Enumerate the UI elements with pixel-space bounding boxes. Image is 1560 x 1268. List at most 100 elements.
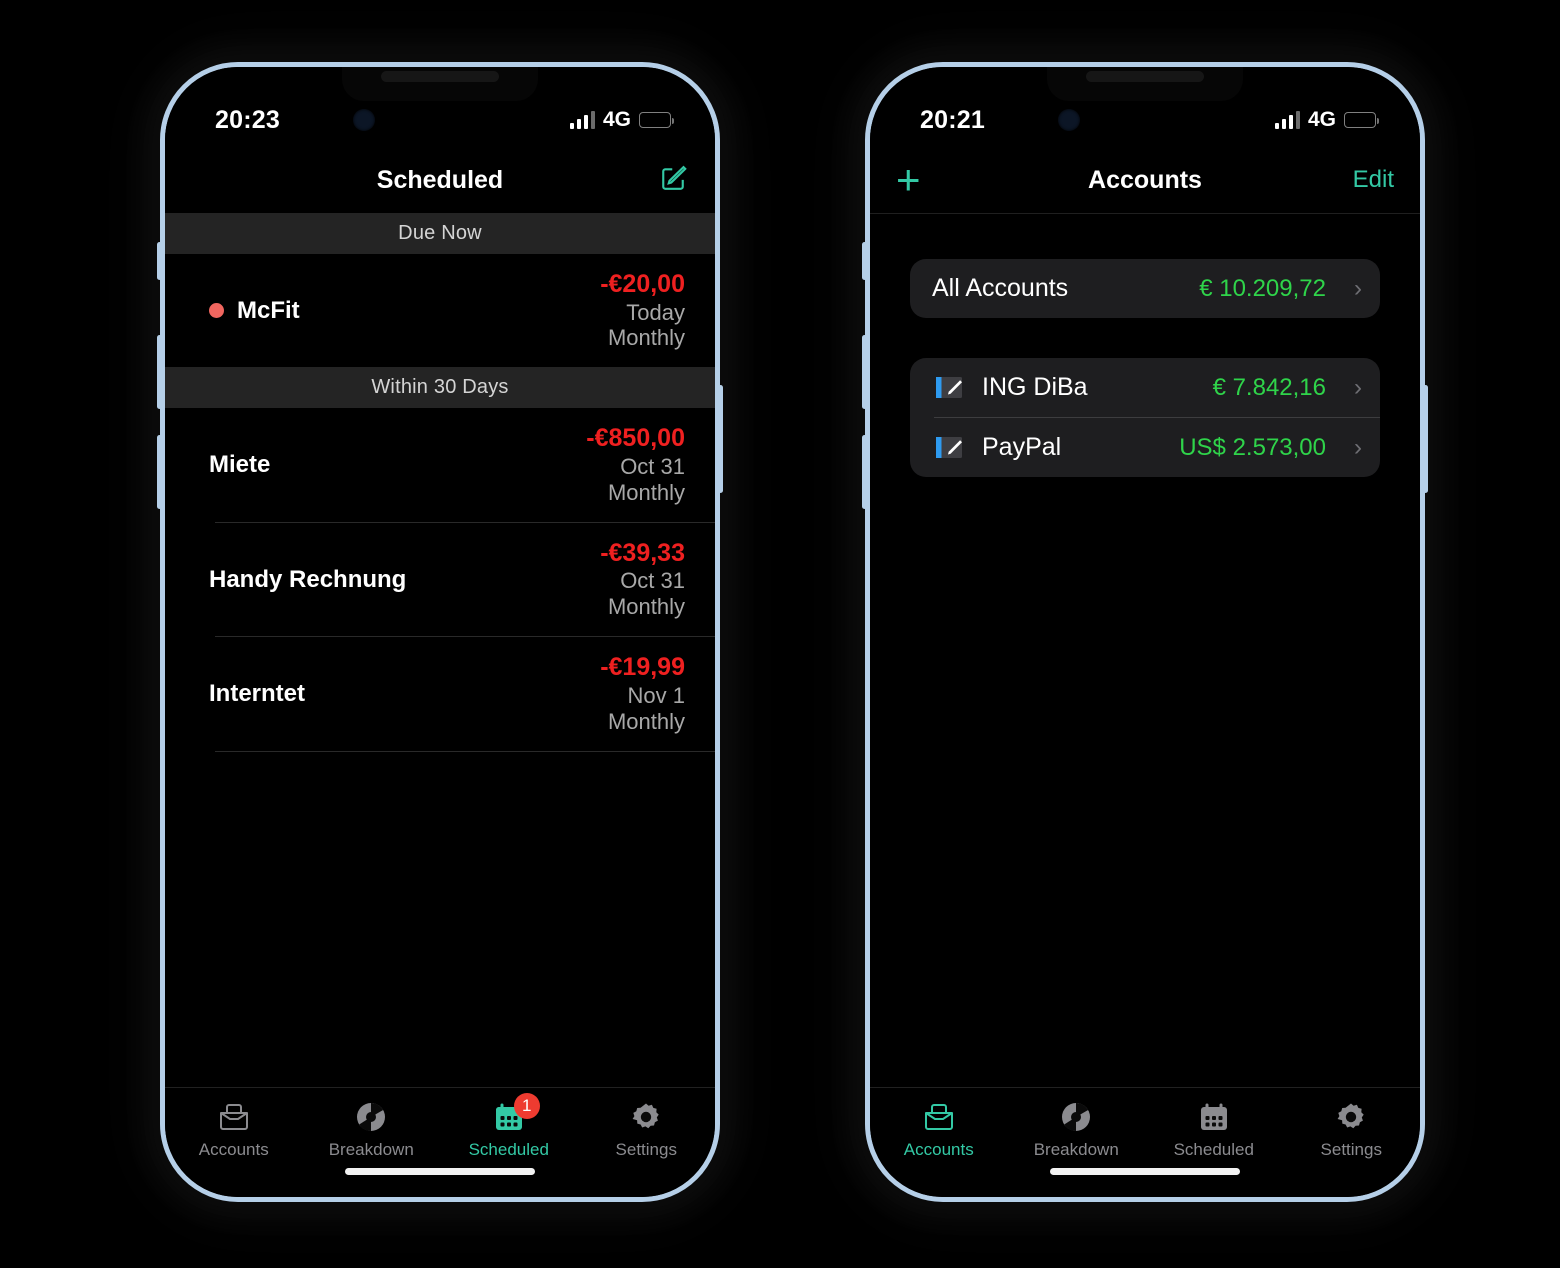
scheduled-item-date: Oct 31 <box>620 453 685 479</box>
gear-icon <box>1334 1100 1368 1134</box>
chevron-right-icon: › <box>1354 373 1362 401</box>
account-name: PayPal <box>982 433 1062 461</box>
screen-scheduled: 20:23 4G Scheduled Due Now McFit -€20,00… <box>165 67 715 1197</box>
scheduled-item-details: -€19,99 Nov 1 Monthly <box>600 653 685 734</box>
scheduled-item-name: Handy Rechnung <box>209 565 407 593</box>
tab-label: Settings <box>615 1140 677 1159</box>
compose-icon <box>662 165 687 190</box>
status-bar: 20:21 4G <box>870 67 1420 147</box>
power-button[interactable] <box>1423 385 1428 493</box>
edit-button[interactable]: Edit <box>1353 166 1394 194</box>
silence-switch[interactable] <box>862 242 867 280</box>
tab-settings[interactable]: Settings <box>578 1100 716 1160</box>
signal-strength-icon <box>569 111 595 129</box>
list-item[interactable]: PayPal US$ 2.573,00 › <box>910 418 1380 477</box>
tab-label: Accounts <box>903 1140 974 1159</box>
scheduled-item-amount: -€39,33 <box>600 538 685 567</box>
pie-chart-icon <box>1059 1100 1093 1134</box>
volume-up-button[interactable] <box>157 335 162 409</box>
tab-breakdown[interactable]: Breakdown <box>303 1100 441 1160</box>
tab-label: Breakdown <box>328 1140 414 1159</box>
account-balance: US$ 2.573,00 <box>1179 433 1326 461</box>
network-type-label: 4G <box>602 108 631 131</box>
volume-down-button[interactable] <box>862 435 867 509</box>
status-badge: 1 <box>513 1093 540 1119</box>
phone-device-scheduled: 20:23 4G Scheduled Due Now McFit -€20,00… <box>157 62 723 1202</box>
wallet-icon <box>922 1100 956 1134</box>
nav-bar: + Accounts Edit <box>870 147 1420 213</box>
status-indicators: 4G <box>1274 108 1379 132</box>
screenshot-stage: 20:23 4G Scheduled Due Now McFit -€20,00… <box>0 0 1560 1268</box>
scheduled-item-details: -€39,33 Oct 31 Monthly <box>600 539 685 620</box>
tab-scheduled[interactable]: Scheduled <box>1145 1100 1283 1160</box>
page-title: Accounts <box>1088 165 1202 194</box>
scheduled-item-date: Oct 31 <box>620 568 685 594</box>
silence-switch[interactable] <box>157 242 162 280</box>
list-item[interactable]: ING DiBa € 7.842,16 › <box>910 358 1380 417</box>
scheduled-item-amount: -€20,00 <box>600 270 685 298</box>
status-dot-icon <box>209 303 224 319</box>
tab-breakdown[interactable]: Breakdown <box>1008 1100 1146 1160</box>
scheduled-item-frequency: Monthly <box>607 708 685 734</box>
tab-label: Scheduled <box>1173 1140 1254 1159</box>
volume-down-button[interactable] <box>157 435 162 509</box>
tab-accounts[interactable]: Accounts <box>165 1100 303 1160</box>
scheduled-item-name: Interntet <box>209 679 305 707</box>
tab-label: Breakdown <box>1033 1140 1119 1159</box>
accounts-list[interactable]: All Accounts € 10.209,72 › ING DiBa € 7.… <box>870 213 1420 1087</box>
scheduled-item-name-wrap: Miete <box>209 451 586 479</box>
account-edit-icon <box>932 375 966 401</box>
chevron-right-icon: › <box>1354 433 1362 461</box>
table-row[interactable]: Miete -€850,00 Oct 31 Monthly <box>165 408 715 521</box>
page-title: Scheduled <box>376 165 504 194</box>
accounts-container: All Accounts € 10.209,72 › ING DiBa € 7.… <box>870 213 1420 477</box>
tab-accounts[interactable]: Accounts <box>870 1100 1008 1160</box>
table-row[interactable]: Interntet -€19,99 Nov 1 Monthly <box>165 637 715 750</box>
scheduled-list[interactable]: Due Now McFit -€20,00 Today Monthly With… <box>165 213 715 1087</box>
scheduled-item-name: Miete <box>209 451 271 479</box>
scheduled-item-date: Today <box>626 299 685 325</box>
home-indicator[interactable] <box>1050 1168 1240 1175</box>
calendar-icon <box>1197 1100 1231 1134</box>
phone-device-accounts: 20:21 4G + Accounts Edit All Accounts € … <box>862 62 1428 1202</box>
list-item[interactable]: All Accounts € 10.209,72 › <box>910 259 1380 318</box>
section-header-due-now: Due Now <box>165 213 715 254</box>
status-bar: 20:23 4G <box>165 67 715 147</box>
volume-up-button[interactable] <box>862 335 867 409</box>
tab-scheduled[interactable]: 1 Scheduled <box>440 1093 578 1160</box>
account-name: ING DiBa <box>982 373 1088 401</box>
network-type-label: 4G <box>1307 108 1336 131</box>
compose-button[interactable] <box>659 163 689 198</box>
tab-label: Settings <box>1320 1140 1382 1159</box>
battery-icon <box>639 112 674 128</box>
all-accounts-balance: € 10.209,72 <box>1199 274 1326 302</box>
scheduled-item-frequency: Monthly <box>607 594 685 620</box>
accounts-card: ING DiBa € 7.842,16 › PayPal US$ 2.573,0… <box>910 358 1380 477</box>
scheduled-item-amount: -€19,99 <box>600 653 685 682</box>
wallet-icon <box>217 1100 251 1134</box>
scheduled-item-details: -€850,00 Oct 31 Monthly <box>586 424 685 505</box>
gear-icon <box>629 1100 663 1134</box>
tab-settings[interactable]: Settings <box>1283 1100 1421 1160</box>
scheduled-item-name-wrap: Interntet <box>209 680 600 708</box>
tab-bar: Accounts Breakdown <box>165 1087 715 1197</box>
account-edit-icon <box>932 435 966 461</box>
add-account-button[interactable]: + <box>896 159 921 201</box>
list-separator <box>215 750 715 752</box>
pie-chart-icon <box>354 1100 388 1134</box>
table-row[interactable]: Handy Rechnung -€39,33 Oct 31 Monthly <box>165 523 715 636</box>
scheduled-item-amount: -€850,00 <box>586 424 685 453</box>
tab-label: Accounts <box>198 1140 269 1159</box>
battery-icon <box>1344 112 1379 128</box>
account-balance: € 7.842,16 <box>1212 373 1326 401</box>
home-indicator[interactable] <box>345 1168 535 1175</box>
table-row[interactable]: McFit -€20,00 Today Monthly <box>165 254 715 367</box>
chevron-right-icon: › <box>1354 274 1362 302</box>
scheduled-item-details: -€20,00 Today Monthly <box>600 270 685 351</box>
status-indicators: 4G <box>569 108 674 132</box>
power-button[interactable] <box>718 385 723 493</box>
status-time: 20:21 <box>920 105 985 134</box>
scheduled-item-frequency: Monthly <box>607 479 685 505</box>
plus-icon: + <box>896 156 921 203</box>
all-accounts-card[interactable]: All Accounts € 10.209,72 › <box>910 259 1380 318</box>
